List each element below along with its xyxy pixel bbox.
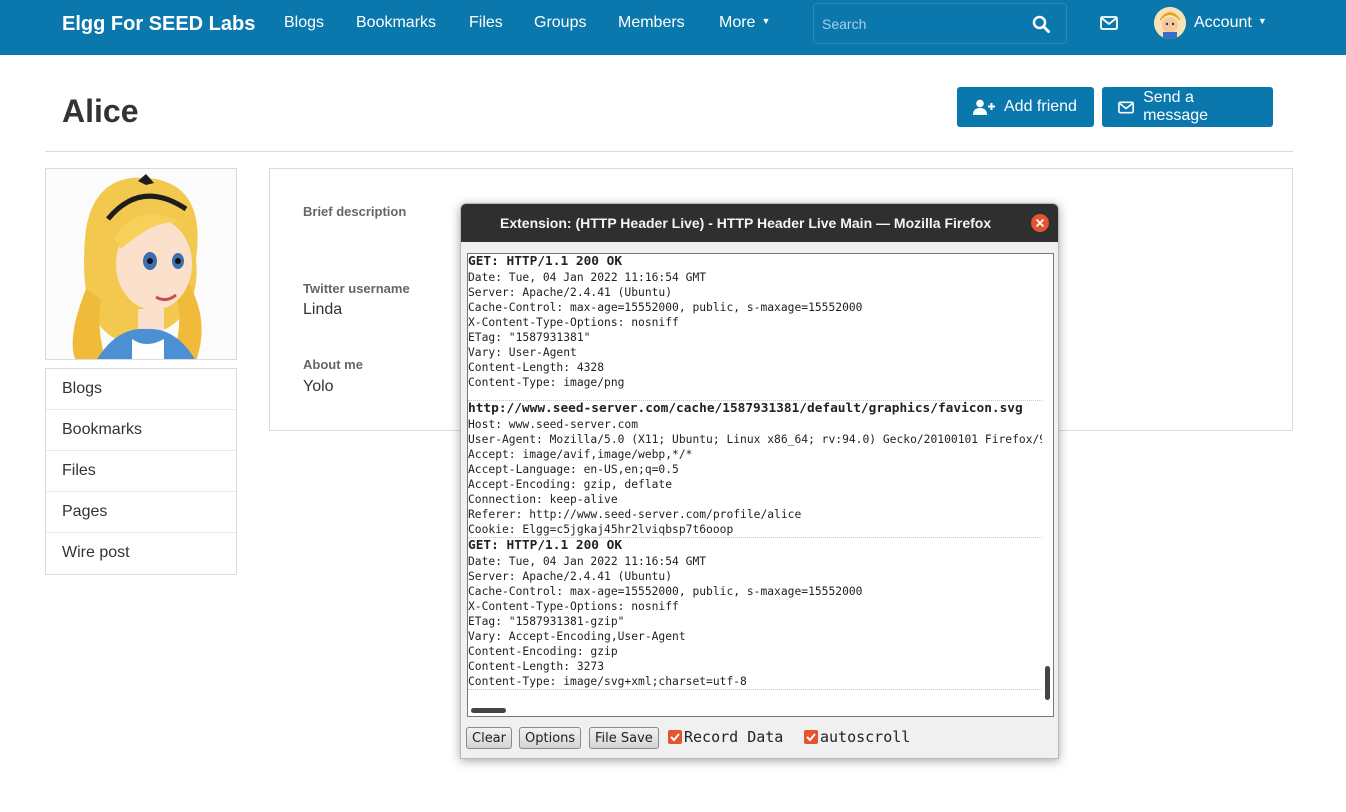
avatar[interactable]: [1154, 7, 1186, 39]
horizontal-scrollbar[interactable]: [471, 708, 506, 713]
nav-files[interactable]: Files: [469, 14, 503, 32]
sidebar-item-bookmarks[interactable]: Bookmarks: [46, 410, 236, 451]
header-log-content: GET: HTTP/1.1 200 OK Date: Tue, 04 Jan 20…: [468, 254, 1042, 704]
log-line: Cache-Control: max-age=15552000, public,…: [468, 301, 863, 314]
autoscroll-label: autoscroll: [820, 728, 911, 746]
record-data-checkbox[interactable]: [668, 730, 682, 744]
account-label: Account: [1194, 14, 1252, 31]
http-header-live-window: Extension: (HTTP Header Live) - HTTP Hea…: [460, 203, 1059, 759]
search-box: [813, 3, 1067, 44]
checkmark-icon: [670, 733, 680, 742]
page-title: Alice: [62, 93, 139, 129]
twitter-username-value: Linda: [303, 301, 343, 318]
site-brand[interactable]: Elgg For SEED Labs: [62, 13, 255, 36]
file-save-button[interactable]: File Save: [589, 727, 659, 749]
log-entry-head: http://www.seed-server.com/cache/1587931…: [468, 401, 1023, 416]
log-entry: http://www.seed-server.com/cache/1587931…: [468, 401, 1042, 538]
log-line: Server: Apache/2.4.41 (Ubuntu): [468, 286, 673, 299]
log-line: Host: www.seed-server.com: [468, 418, 639, 431]
nav-groups[interactable]: Groups: [534, 14, 586, 32]
nav-more-label: More: [719, 14, 756, 31]
clear-button[interactable]: Clear: [466, 727, 512, 749]
log-entry: GET: HTTP/1.1 200 OK Date: Tue, 04 Jan 20…: [468, 254, 1042, 401]
sidebar-item-files[interactable]: Files: [46, 451, 236, 492]
log-line: Server: Apache/2.4.41 (Ubuntu): [468, 570, 673, 583]
about-me-label: About me: [303, 357, 363, 372]
log-line: Content-Type: image/png: [468, 376, 625, 389]
log-line: X-Content-Type-Options: nosniff: [468, 600, 679, 613]
envelope-icon: [1118, 100, 1134, 114]
options-button[interactable]: Options: [519, 727, 582, 749]
header-log[interactable]: GET: HTTP/1.1 200 OK Date: Tue, 04 Jan 20…: [467, 253, 1054, 717]
nav-bookmarks[interactable]: Bookmarks: [356, 14, 436, 32]
log-line: Content-Type: image/svg+xml;charset=utf-…: [468, 675, 747, 688]
sidebar-item-wire-post[interactable]: Wire post: [46, 533, 236, 574]
log-line: Referer: http://www.seed-server.com/prof…: [468, 508, 802, 521]
twitter-username-label: Twitter username: [303, 281, 410, 296]
profile-avatar[interactable]: [45, 168, 237, 360]
log-line: Vary: Accept-Encoding,User-Agent: [468, 630, 686, 643]
profile-picture-icon: [46, 169, 236, 359]
brief-description-label: Brief description: [303, 204, 407, 219]
user-plus-icon: [973, 99, 995, 115]
nav-more[interactable]: More ▼: [719, 14, 770, 32]
add-friend-button[interactable]: Add friend: [957, 87, 1094, 127]
log-line: Content-Length: 4328: [468, 361, 605, 374]
log-line: Content-Length: 3273: [468, 660, 605, 673]
search-input[interactable]: [822, 14, 1022, 34]
search-icon[interactable]: [1032, 15, 1050, 33]
log-line: Connection: keep-alive: [468, 493, 618, 506]
window-title: Extension: (HTTP Header Live) - HTTP Hea…: [500, 215, 992, 231]
log-entry-head: GET: HTTP/1.1 200 OK: [468, 254, 623, 269]
log-line: Vary: User-Agent: [468, 346, 577, 359]
close-icon: [1035, 218, 1045, 228]
log-entry-head: GET: HTTP/1.1 200 OK: [468, 538, 623, 553]
send-message-label: Send a message: [1143, 89, 1209, 124]
profile-sidebar-menu: Blogs Bookmarks Files Pages Wire post: [45, 368, 237, 575]
window-titlebar[interactable]: Extension: (HTTP Header Live) - HTTP Hea…: [461, 204, 1058, 242]
log-line: User-Agent: Mozilla/5.0 (X11; Ubuntu; Li…: [468, 433, 1042, 446]
log-line: ETag: "1587931381": [468, 331, 591, 344]
log-line: Date: Tue, 04 Jan 2022 11:16:54 GMT: [468, 555, 707, 568]
log-line: Date: Tue, 04 Jan 2022 11:16:54 GMT: [468, 271, 707, 284]
sidebar-item-blogs[interactable]: Blogs: [46, 369, 236, 410]
log-line: Accept: image/avif,image/webp,*/*: [468, 448, 693, 461]
log-line: ETag: "1587931381-gzip": [468, 615, 625, 628]
log-line: Accept-Language: en-US,en;q=0.5: [468, 463, 679, 476]
chevron-down-icon: ▼: [1257, 16, 1267, 26]
user-avatar-icon: [1154, 7, 1186, 39]
send-message-button[interactable]: Send a message: [1102, 87, 1273, 127]
log-line: X-Content-Type-Options: nosniff: [468, 316, 679, 329]
log-line: Cookie: Elgg=c5jgkaj45hr2lviqbsp7t6ooop: [468, 523, 734, 536]
record-data-label: Record Data: [684, 728, 784, 746]
about-me-value: Yolo: [303, 378, 334, 395]
autoscroll-checkbox[interactable]: [804, 730, 818, 744]
envelope-icon[interactable]: [1100, 16, 1118, 30]
sidebar-item-pages[interactable]: Pages: [46, 492, 236, 533]
checkmark-icon: [806, 733, 816, 742]
vertical-scrollbar[interactable]: [1045, 666, 1050, 700]
log-entry: GET: HTTP/1.1 200 OK Date: Tue, 04 Jan 20…: [468, 538, 1042, 690]
log-line: Cache-Control: max-age=15552000, public,…: [468, 585, 863, 598]
top-navbar: Elgg For SEED Labs Blogs Bookmarks Files…: [0, 0, 1346, 55]
nav-members[interactable]: Members: [618, 14, 685, 32]
nav-blogs[interactable]: Blogs: [284, 14, 324, 32]
log-line: Accept-Encoding: gzip, deflate: [468, 478, 673, 491]
close-button[interactable]: [1031, 214, 1049, 232]
header-divider: [45, 151, 1293, 152]
chevron-down-icon: ▼: [761, 16, 771, 26]
log-line: Content-Encoding: gzip: [468, 645, 618, 658]
add-friend-label: Add friend: [1004, 98, 1077, 115]
account-menu[interactable]: Account ▼: [1194, 14, 1267, 32]
